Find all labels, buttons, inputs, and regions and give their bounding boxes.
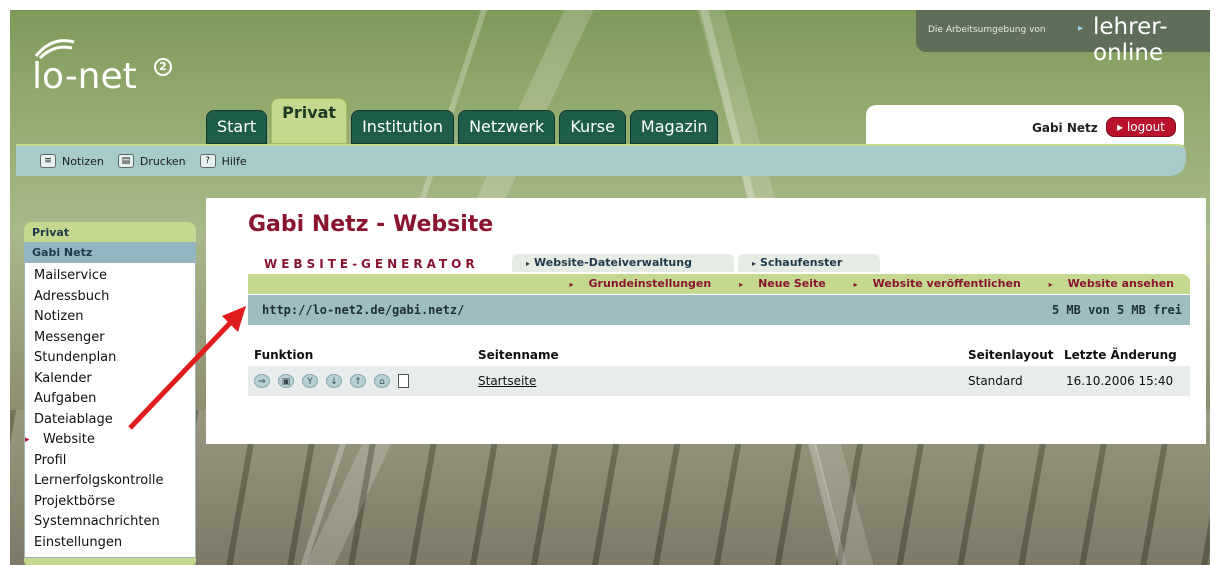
sidebar-item-label: Website xyxy=(43,432,95,447)
notes-button[interactable]: ≡ Notizen xyxy=(40,154,104,168)
sidebar-item-mailservice[interactable]: Mailservice xyxy=(25,266,195,287)
edit-icon[interactable]: ⇒ xyxy=(254,374,270,388)
header-seitenlayout: Seitenlayout xyxy=(968,348,1054,362)
sidebar-item-profil[interactable]: Profil xyxy=(25,451,195,472)
logo-superscript: 2 xyxy=(154,58,172,76)
help-icon: ? xyxy=(199,154,216,168)
sidebar-item-messenger[interactable]: Messenger xyxy=(25,328,195,349)
sidebar-item-kalender[interactable]: Kalender xyxy=(25,369,195,390)
user-box: Gabi Netz ▸ logout xyxy=(866,105,1184,145)
tab-start[interactable]: Start xyxy=(206,110,268,144)
table-row: ⇒ ▣ Y ↓ ↑ ⌂ Startseite Standard 16.10.20… xyxy=(248,366,1190,396)
toolbar: ≡ Notizen ▤ Drucken ? Hilfe xyxy=(16,144,1186,176)
main-panel: Gabi Netz - Website WEBSITE-GENERATOR ▸ W… xyxy=(206,198,1206,444)
sidebar-item-stundenplan[interactable]: Stundenplan xyxy=(25,348,195,369)
tab-kurse[interactable]: Kurse xyxy=(559,110,626,144)
properties-icon[interactable]: ▣ xyxy=(278,374,294,388)
tab-institution[interactable]: Institution xyxy=(351,110,455,144)
logo-text: lo-net xyxy=(32,56,137,97)
sidebar-list: Mailservice Adressbuch Notizen Messenger… xyxy=(24,262,196,558)
sidebar-item-dateiablage[interactable]: Dateiablage xyxy=(25,410,195,431)
sidebar-item-website[interactable]: ▸ Website xyxy=(25,430,195,451)
user-name: Gabi Netz xyxy=(1032,121,1098,135)
sidebar: Privat Gabi Netz Mailservice Adressbuch … xyxy=(24,222,196,565)
move-down-icon[interactable]: ↓ xyxy=(326,374,342,388)
sub-navigation: ▸ Grundeinstellungen ▸ Neue Seite ▸ Website… xyxy=(248,274,1190,294)
link-website-ansehen[interactable]: ▸ Website ansehen xyxy=(1037,277,1174,290)
lo-net-logo[interactable]: lo-net 2 xyxy=(30,30,190,100)
link-grundeinstellungen[interactable]: ▸ Grundeinstellungen xyxy=(558,277,712,290)
tab-netzwerk[interactable]: Netzwerk xyxy=(458,110,556,144)
main-tabs: Start Privat Institution Netzwerk Kurse … xyxy=(206,98,719,144)
help-label: Hilfe xyxy=(221,154,247,168)
tab-label: Schaufenster xyxy=(760,256,843,269)
tab-schaufenster[interactable]: ▸ Schaufenster xyxy=(738,254,880,272)
sidebar-item-lernerfolgskontrolle[interactable]: Lernerfolgskontrolle xyxy=(25,471,195,492)
sidebar-item-aufgaben[interactable]: Aufgaben xyxy=(25,389,195,410)
website-url[interactable]: http://lo-net2.de/gabi.netz/ xyxy=(262,303,464,317)
header-funktion: Funktion xyxy=(254,348,314,362)
provider-prefix: Die Arbeitsumgebung von xyxy=(928,25,1046,35)
page-name-link[interactable]: Startseite xyxy=(478,374,536,388)
sidebar-item-adressbuch[interactable]: Adressbuch xyxy=(25,287,195,308)
row-function-icons: ⇒ ▣ Y ↓ ↑ ⌂ xyxy=(254,374,409,388)
link-neue-seite[interactable]: ▸ Neue Seite xyxy=(727,277,826,290)
provider-badge[interactable]: Die Arbeitsumgebung von ▸ lehrer-online xyxy=(916,10,1210,66)
notes-label: Notizen xyxy=(62,154,104,168)
sidebar-item-einstellungen[interactable]: Einstellungen xyxy=(25,533,195,554)
tab-website-dateiverwaltung[interactable]: ▸ Website-Dateiverwaltung xyxy=(512,254,734,272)
active-marker-icon: ▸ xyxy=(25,435,30,445)
arrow-right-icon: ▸ xyxy=(752,259,757,268)
arrow-right-icon: ▸ xyxy=(526,259,531,268)
logout-button[interactable]: ▸ logout xyxy=(1106,117,1176,137)
url-bar: http://lo-net2.de/gabi.netz/ 5 MB von 5 … xyxy=(248,295,1190,325)
sidebar-footer xyxy=(24,558,196,565)
logout-label: logout xyxy=(1126,120,1165,134)
help-button[interactable]: ? Hilfe xyxy=(199,154,247,168)
tab-privat[interactable]: Privat xyxy=(271,98,348,144)
background-frame: lo-net 2 Die Arbeitsumgebung von ▸ lehre… xyxy=(10,10,1210,565)
sidebar-subheading[interactable]: Gabi Netz xyxy=(24,242,196,262)
print-icon: ▤ xyxy=(117,154,134,168)
page-modified: 16.10.2006 15:40 xyxy=(1066,374,1174,388)
page-title: Gabi Netz - Website xyxy=(248,212,494,237)
sidebar-item-projektboerse[interactable]: Projektbörse xyxy=(25,492,195,513)
sidebar-heading[interactable]: Privat xyxy=(24,222,196,242)
tab-label: Website-Dateiverwaltung xyxy=(534,256,692,269)
tab-magazin[interactable]: Magazin xyxy=(629,110,719,144)
header-letzte-aenderung: Letzte Änderung xyxy=(1064,348,1177,362)
provider-name: lehrer-online xyxy=(1093,14,1168,66)
move-up-icon[interactable]: ↑ xyxy=(350,374,366,388)
move-icon[interactable]: Y xyxy=(302,374,318,388)
sidebar-item-notizen[interactable]: Notizen xyxy=(25,307,195,328)
header-seitenname: Seitenname xyxy=(478,348,559,362)
print-label: Drucken xyxy=(139,154,186,168)
print-button[interactable]: ▤ Drucken xyxy=(117,154,186,168)
link-website-veroeffentlichen[interactable]: ▸ Website veröffentlichen xyxy=(842,277,1021,290)
generator-label: WEBSITE-GENERATOR xyxy=(264,257,479,271)
page-layout: Standard xyxy=(968,374,1023,388)
delete-icon[interactable]: ⌂ xyxy=(374,374,390,388)
notes-icon: ≡ xyxy=(40,154,56,168)
sidebar-item-systemnachrichten[interactable]: Systemnachrichten xyxy=(25,512,195,533)
page-icon xyxy=(398,374,409,388)
storage-quota: 5 MB von 5 MB frei xyxy=(1051,303,1182,317)
arrow-right-icon: ▸ xyxy=(1078,23,1084,34)
